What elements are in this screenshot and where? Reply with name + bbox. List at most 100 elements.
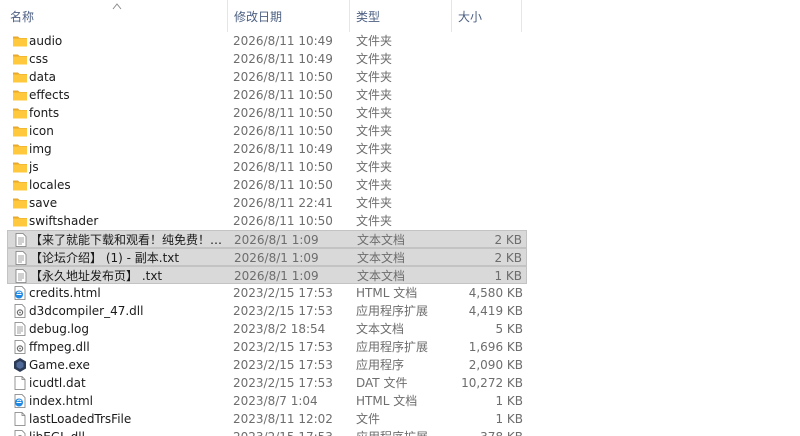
file-name: ffmpeg.dll — [29, 340, 90, 354]
file-modified-date: 2023/2/15 17:53 — [233, 304, 333, 318]
text-file-icon — [12, 321, 28, 337]
file-size: 1 KB — [495, 412, 523, 426]
file-type: 文件夹 — [356, 34, 393, 48]
file-row[interactable]: 【永久地址发布页】 .txt 2026/8/1 1:09 文本文档 1 KB — [7, 266, 527, 284]
file-name: icudtl.dat — [29, 376, 86, 390]
file-row[interactable]: credits.html 2023/2/15 17:53 HTML 文档 4,580 … — [7, 284, 527, 302]
file-name: css — [29, 52, 49, 66]
text-file-icon — [13, 250, 29, 266]
file-row[interactable]: fonts 2026/8/11 10:50 文件夹 — [7, 104, 527, 122]
file-modified-date: 2023/2/15 17:53 — [233, 286, 333, 300]
blank-file-icon — [12, 411, 28, 427]
file-name: data — [29, 70, 57, 84]
file-type: 文本文档 — [357, 233, 406, 247]
file-size: 10,272 KB — [461, 376, 523, 390]
file-modified-date: 2023/8/2 18:54 — [233, 322, 326, 336]
file-row[interactable]: locales 2026/8/11 10:50 文件夹 — [7, 176, 527, 194]
file-modified-date: 2026/8/11 10:49 — [233, 142, 333, 156]
file-size: 2 KB — [494, 251, 522, 265]
file-modified-date: 2026/8/11 10:49 — [233, 34, 333, 48]
file-type: 文件夹 — [356, 214, 393, 228]
file-name: save — [29, 196, 58, 210]
file-row[interactable]: effects 2026/8/11 10:50 文件夹 — [7, 86, 527, 104]
folder-icon — [12, 159, 28, 175]
file-type: 文件夹 — [356, 160, 393, 174]
folder-icon — [12, 51, 28, 67]
file-modified-date: 2023/2/15 17:53 — [233, 340, 333, 354]
file-modified-date: 2026/8/11 10:50 — [233, 214, 333, 228]
file-name: d3dcompiler_47.dll — [29, 304, 144, 318]
file-row[interactable]: save 2026/8/11 22:41 文件夹 — [7, 194, 527, 212]
file-type: 文件 — [356, 412, 381, 426]
dll-file-icon — [12, 339, 28, 355]
file-type: 文件夹 — [356, 124, 393, 138]
file-type: 应用程序扩展 — [356, 304, 429, 318]
file-modified-date: 2023/2/15 17:53 — [233, 428, 333, 436]
file-modified-date: 2023/8/11 12:02 — [233, 412, 333, 426]
column-header-bar: 名称 修改日期 类型 大小 — [0, 0, 800, 32]
file-modified-date: 2023/2/15 17:53 — [233, 376, 333, 390]
folder-icon — [12, 105, 28, 121]
file-type: 文本文档 — [356, 322, 405, 336]
column-header-date[interactable]: 修改日期 — [228, 0, 350, 32]
column-header-type[interactable]: 类型 — [350, 0, 452, 32]
file-name: index.html — [29, 394, 93, 408]
file-row[interactable]: 【论坛介绍】 (1) - 副本.txt 2026/8/1 1:09 文本文档 2 KB — [7, 248, 527, 266]
file-name: 【永久地址发布页】 .txt — [30, 269, 163, 283]
file-size: 4,580 KB — [468, 286, 523, 300]
file-name: audio — [29, 34, 63, 48]
file-type: 应用程序扩展 — [356, 428, 428, 436]
file-explorer: 名称 修改日期 类型 大小 audio 2026/8/11 10:49 文件夹 css… — [0, 0, 800, 436]
file-type: 文件夹 — [356, 106, 393, 120]
folder-icon — [12, 33, 28, 49]
file-row[interactable]: ffmpeg.dll 2023/2/15 17:53 应用程序扩展 1,696 KB — [7, 338, 527, 356]
file-row[interactable]: data 2026/8/11 10:50 文件夹 — [7, 68, 527, 86]
file-modified-date: 2023/8/7 1:04 — [233, 394, 318, 408]
file-row[interactable]: 【来了就能下载和观看！纯免费！】 - 副... 2026/8/1 1:09 文本文档… — [7, 230, 527, 248]
file-row[interactable]: audio 2026/8/11 10:49 文件夹 — [7, 32, 527, 50]
file-name: icon — [29, 124, 54, 138]
file-size: 2 KB — [494, 233, 522, 247]
file-name: Game.exe — [29, 358, 90, 372]
file-size: 5 KB — [495, 322, 523, 336]
file-modified-date: 2026/8/11 10:49 — [233, 52, 333, 66]
file-row[interactable]: icon 2026/8/11 10:50 文件夹 — [7, 122, 527, 140]
file-row[interactable]: debug.log 2023/8/2 18:54 文本文档 5 KB — [7, 320, 527, 338]
file-size: 1 KB — [494, 269, 522, 283]
file-list: audio 2026/8/11 10:49 文件夹 css 2026/8/11 10:4… — [0, 32, 800, 436]
file-modified-date: 2026/8/11 10:50 — [233, 160, 333, 174]
dll-file-icon — [12, 429, 28, 436]
file-modified-date: 2026/8/11 10:50 — [233, 106, 333, 120]
file-row[interactable]: index.html 2023/8/7 1:04 HTML 文档 1 KB — [7, 392, 527, 410]
text-file-icon — [13, 232, 29, 248]
folder-icon — [12, 195, 28, 211]
file-modified-date: 2026/8/1 1:09 — [234, 251, 319, 265]
file-size: 2,090 KB — [468, 358, 523, 372]
file-modified-date: 2026/8/11 10:50 — [233, 124, 333, 138]
file-row[interactable]: libEGL.dll 2023/2/15 17:53 应用程序扩展 378 KB — [7, 428, 527, 436]
file-type: 文件夹 — [356, 178, 393, 192]
file-row[interactable]: js 2026/8/11 10:50 文件夹 — [7, 158, 527, 176]
file-name: 【来了就能下载和观看！纯免费！】 - 副... — [30, 233, 228, 247]
file-size: 4,419 KB — [468, 304, 523, 318]
folder-icon — [12, 177, 28, 193]
file-name: libEGL.dll — [29, 428, 227, 436]
file-type: 应用程序 — [356, 358, 405, 372]
sort-up-icon — [112, 3, 122, 10]
file-row[interactable]: swiftshader 2026/8/11 10:50 文件夹 — [7, 212, 527, 230]
file-row[interactable]: img 2026/8/11 10:49 文件夹 — [7, 140, 527, 158]
file-row[interactable]: css 2026/8/11 10:49 文件夹 — [7, 50, 527, 68]
file-modified-date: 2026/8/1 1:09 — [234, 269, 319, 283]
file-type: 文件夹 — [356, 70, 393, 84]
file-row[interactable]: lastLoadedTrsFile 2023/8/11 12:02 文件 1 KB — [7, 410, 527, 428]
file-name: locales — [29, 178, 71, 192]
game-exe-icon — [12, 357, 28, 373]
column-header-size[interactable]: 大小 — [452, 0, 522, 32]
file-row[interactable]: Game.exe 2023/2/15 17:53 应用程序 2,090 KB — [7, 356, 527, 374]
file-size: 378 KB — [480, 428, 523, 436]
file-name: debug.log — [29, 322, 89, 336]
file-row[interactable]: icudtl.dat 2023/2/15 17:53 DAT 文件 10,272 KB — [7, 374, 527, 392]
file-row[interactable]: d3dcompiler_47.dll 2023/2/15 17:53 应用程序扩展 4… — [7, 302, 527, 320]
text-file-icon — [13, 268, 29, 284]
file-type: HTML 文档 — [356, 394, 418, 408]
